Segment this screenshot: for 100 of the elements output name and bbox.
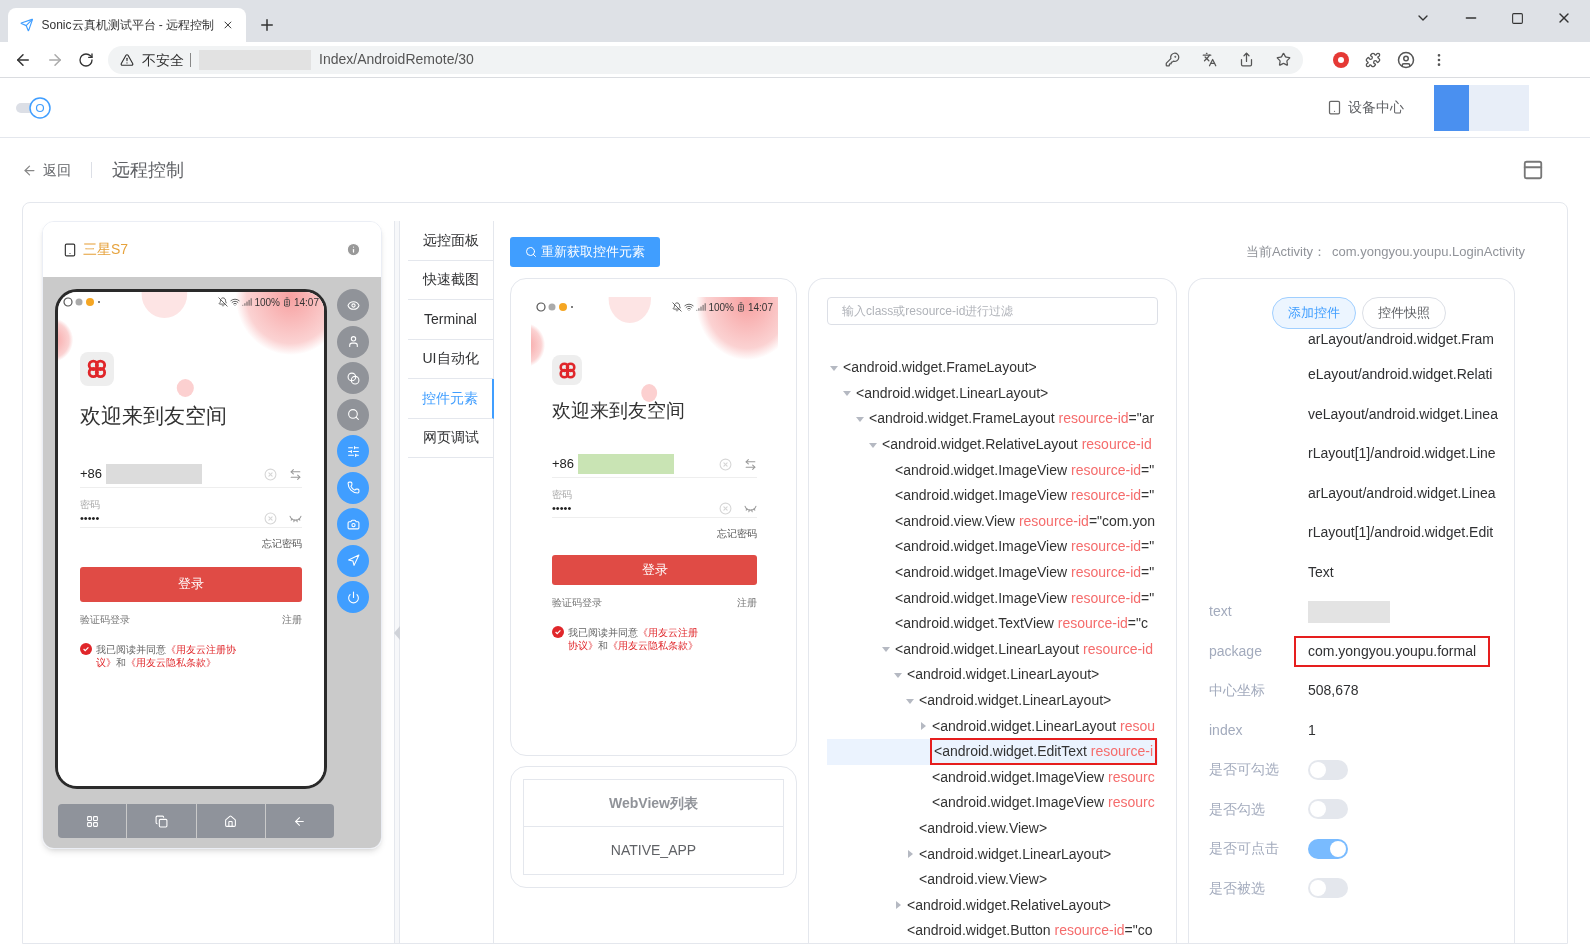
caret-down-icon[interactable]	[830, 363, 838, 372]
tree-row[interactable]: <android.widget.ImageView resource-id="	[827, 534, 1158, 560]
node-tag[interactable]: <android.widget.RelativeLayout resource-id	[880, 434, 1154, 456]
caret-right-icon[interactable]	[894, 901, 902, 910]
tree-row[interactable]: <android.widget.ImageView resource-id="	[827, 457, 1158, 483]
node-tag[interactable]: <android.widget.LinearLayout resource-id	[893, 638, 1155, 660]
node-tag[interactable]: <android.widget.ImageView resource-id="	[893, 485, 1157, 507]
caret-down-icon[interactable]	[856, 415, 864, 423]
power-button[interactable]	[337, 581, 369, 613]
tree-row[interactable]: <android.widget.ImageView resource-id="	[827, 559, 1158, 586]
home-button[interactable]	[196, 804, 265, 838]
new-tab-icon[interactable]	[258, 16, 276, 34]
node-tag[interactable]: <android.widget.LinearLayout resou	[930, 715, 1157, 737]
user-button[interactable]	[337, 325, 369, 358]
puzzle-icon[interactable]	[1365, 51, 1381, 68]
node-tag[interactable]: <android.widget.RelativeLayout>	[905, 894, 1113, 916]
tree-row[interactable]: <android.widget.LinearLayout>	[827, 841, 1158, 867]
side-tab[interactable]: Terminal	[408, 300, 493, 340]
caret-right-icon[interactable]	[906, 850, 914, 859]
forgot-password-link[interactable]: 忘记密码	[262, 535, 302, 551]
star-icon[interactable]	[1276, 52, 1291, 67]
node-tag[interactable]: <android.widget.ImageView resource-id="	[893, 562, 1157, 584]
camera-button[interactable]	[337, 508, 369, 540]
node-tag[interactable]: <android.view.View resource-id="com.yon	[893, 510, 1157, 532]
node-tag[interactable]: <android.view.View>	[917, 818, 1050, 839]
node-tag[interactable]: <android.widget.FrameLayout resource-id="ar	[867, 408, 1157, 430]
sms-login-link[interactable]: 验证码登录	[552, 594, 602, 610]
filter-field[interactable]: 输入class或resource-id进行过滤	[827, 297, 1158, 325]
theme-toggle-icon[interactable]	[16, 96, 52, 119]
search-button[interactable]	[337, 398, 369, 431]
caret-down-icon[interactable]	[906, 696, 914, 705]
tree-row[interactable]: <android.widget.LinearLayout resou	[827, 713, 1158, 739]
node-tag[interactable]: <android.widget.ImageView resource-id="	[893, 536, 1157, 558]
node-tag[interactable]: <android.widget.ImageView resourc	[930, 792, 1157, 814]
reload-icon[interactable]	[78, 51, 94, 68]
extension-icon[interactable]	[1333, 51, 1349, 68]
recent-apps-button[interactable]	[127, 804, 196, 838]
phone-field[interactable]: +86	[552, 451, 757, 478]
eye-button[interactable]	[337, 289, 369, 321]
node-tag[interactable]: <android.widget.FrameLayout>	[841, 357, 1039, 379]
agree-checkbox[interactable]	[80, 642, 92, 655]
country-code[interactable]: +86	[80, 464, 103, 484]
tree-row[interactable]: <android.widget.LinearLayout>	[827, 662, 1158, 688]
tree-row[interactable]: <android.widget.EditText resource-i	[827, 738, 1158, 765]
address-bar[interactable]: 不安全 Index/AndroidRemote/30	[108, 45, 1303, 74]
phone-frame[interactable]: 100% 14:07 欢迎来到友空间 +86 密码 ••••• 忘记密码 登录 验证码登录 注册 我已阅读并同意《用友云注册协议》和《用友云隐私条款》	[55, 289, 327, 789]
tree-row[interactable]: <android.view.View resource-id="com.yon	[827, 508, 1158, 535]
node-tag[interactable]: <android.widget.Button resource-id="co	[905, 920, 1155, 942]
overlap-circles-button[interactable]	[337, 362, 369, 394]
tree-row[interactable]: <android.widget.TextView resource-id="c	[827, 610, 1158, 637]
register-link[interactable]: 注册	[737, 594, 757, 610]
tree-row[interactable]: <android.widget.RelativeLayout>	[827, 892, 1158, 919]
phone-button[interactable]	[337, 471, 369, 504]
node-tag[interactable]: <android.view.View>	[917, 869, 1050, 891]
tree-row[interactable]: <android.view.View>	[827, 815, 1158, 842]
side-tab[interactable]: UI自动化	[408, 339, 493, 379]
tree-row[interactable]: <android.widget.Button resource-id="co	[827, 918, 1158, 943]
login-button[interactable]: 登录	[80, 566, 302, 602]
node-tag[interactable]: <android.widget.ImageView resourc	[930, 766, 1157, 788]
tree-row[interactable]: <android.widget.ImageView resource-id="	[827, 585, 1158, 611]
node-tag[interactable]: <android.widget.TextView resource-id="c	[893, 613, 1150, 635]
node-tag[interactable]: <android.widget.LinearLayout>	[917, 690, 1114, 711]
profile-icon[interactable]	[1397, 50, 1415, 69]
side-tab[interactable]: 远控面板	[408, 221, 493, 261]
node-tag[interactable]: <android.widget.LinearLayout>	[917, 843, 1114, 865]
caret-right-icon[interactable]	[919, 722, 927, 731]
tree-row[interactable]: <android.widget.LinearLayout>	[827, 380, 1158, 407]
tree-row[interactable]: <android.widget.RelativeLayout resource-id	[827, 431, 1158, 458]
caret-down-icon[interactable]	[894, 670, 902, 679]
back-arrow-icon[interactable]	[22, 162, 37, 178]
info-icon[interactable]	[346, 242, 361, 257]
tree-row[interactable]: <android.widget.LinearLayout>	[827, 687, 1158, 714]
details-tab[interactable]: 控件快照	[1361, 297, 1446, 329]
tree-row[interactable]: <android.widget.ImageView resourc	[827, 764, 1158, 791]
key-icon[interactable]	[1165, 52, 1180, 67]
node-tag[interactable]: <android.widget.ImageView resource-id="	[893, 587, 1157, 609]
clear-icon[interactable]	[719, 457, 732, 471]
tree-row[interactable]: <android.widget.LinearLayout resource-id	[827, 636, 1158, 663]
tree-row[interactable]: <android.widget.FrameLayout resource-id="ar	[827, 406, 1158, 432]
splitter-handle-icon[interactable]	[394, 626, 400, 640]
node-tag[interactable]: <android.widget.LinearLayout>	[854, 382, 1051, 404]
forgot-password-link[interactable]: 忘记密码	[717, 525, 757, 541]
login-button[interactable]: 登录	[552, 554, 757, 585]
table-cell[interactable]: NATIVE_APP	[524, 827, 783, 874]
device-center-link[interactable]: 设备中心	[1348, 97, 1404, 118]
password-field[interactable]: 密码 •••••	[552, 487, 757, 518]
grid-button[interactable]	[58, 804, 127, 838]
toggle-switch[interactable]	[1308, 799, 1348, 820]
navigation-button[interactable]	[337, 544, 369, 577]
clear-icon[interactable]	[264, 467, 277, 481]
toggle-switch[interactable]	[1308, 759, 1348, 780]
maximize-icon[interactable]	[1511, 11, 1524, 25]
clear-icon[interactable]	[719, 501, 732, 515]
country-code[interactable]: +86	[552, 454, 575, 474]
back-button[interactable]	[265, 804, 334, 838]
share-icon[interactable]	[1239, 52, 1254, 67]
toggle-switch[interactable]	[1308, 838, 1348, 859]
layout-icon[interactable]	[1522, 159, 1544, 181]
swap-icon[interactable]	[289, 467, 302, 481]
back-link[interactable]: 返回	[43, 159, 71, 181]
